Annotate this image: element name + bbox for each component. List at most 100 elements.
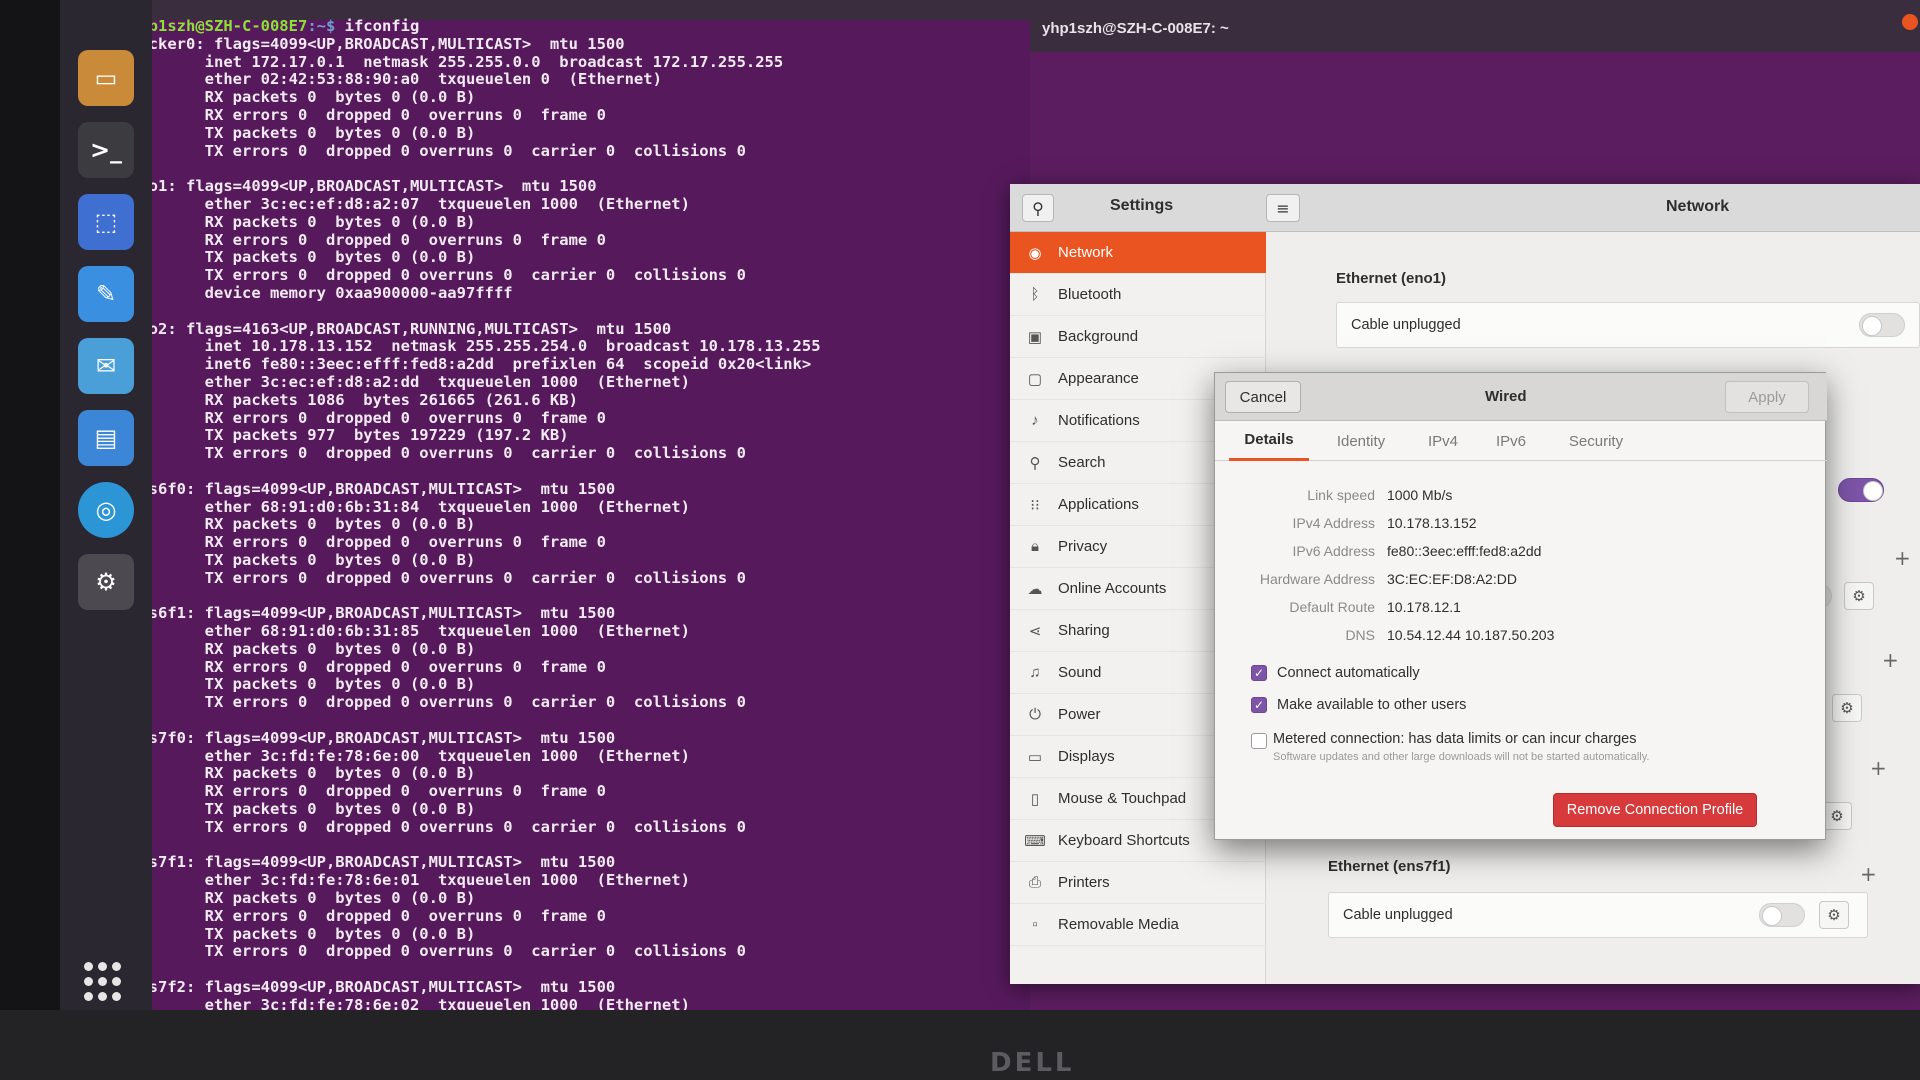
bell-icon: ♪: [1031, 412, 1039, 429]
link-speed-value: 1000 Mb/s: [1387, 487, 1453, 503]
tab-identity[interactable]: Identity: [1319, 421, 1403, 461]
sidebar-item-label: Background: [1058, 328, 1139, 345]
add-connection-icon[interactable]: +: [1882, 648, 1899, 672]
printer-icon: ⎙: [1028, 874, 1041, 891]
keyboard-icon: ⌨: [1024, 832, 1046, 850]
sidebar-item-label: Sharing: [1058, 622, 1110, 639]
ethernet-ens7f0-settings-gear-icon[interactable]: ⚙: [1822, 802, 1852, 830]
wired-dialog: Cancel Wired Apply Details Identity IPv4…: [1214, 372, 1827, 840]
sidebar-item-label: Keyboard Shortcuts: [1058, 832, 1190, 849]
close-window-button[interactable]: [1902, 14, 1918, 30]
terminal-output-area[interactable]: yhp1szh@SZH-C-008E7:~$ ifconfig docker0:…: [130, 17, 1030, 1015]
monitor-brand-logo: DELL: [990, 1048, 1075, 1078]
appearance-icon: ▢: [1027, 370, 1043, 388]
wired-dialog-tabs: Details Identity IPv4 IPv6 Security: [1215, 421, 1827, 461]
search-icon: ⚲: [1029, 454, 1041, 472]
cancel-button[interactable]: Cancel: [1225, 381, 1301, 413]
tab-details[interactable]: Details: [1229, 421, 1309, 461]
sidebar-item-label: Mouse & Touchpad: [1058, 790, 1187, 807]
add-connection-icon[interactable]: +: [1894, 546, 1911, 570]
panel-title: Network: [1666, 198, 1730, 215]
cloud-icon: ☁: [1027, 580, 1043, 598]
sidebar-item-bluetooth[interactable]: ᛒ Bluetooth: [1010, 274, 1266, 316]
ethernet-ens7f1-status: Cable unplugged: [1343, 907, 1453, 923]
media-icon: ▫: [1032, 916, 1038, 933]
pencil-icon[interactable]: ✎: [78, 266, 134, 322]
grid-icon: ⁝⁝: [1030, 496, 1040, 514]
tab-ipv6[interactable]: IPv6: [1481, 421, 1541, 461]
terminal-output: docker0: flags=4099<UP,BROADCAST,MULTICA…: [130, 34, 821, 1014]
music-icon: ♫: [1029, 664, 1041, 681]
lock-icon: 🔒︎: [1031, 538, 1039, 555]
apply-button[interactable]: Apply: [1725, 381, 1809, 413]
hamburger-menu-icon[interactable]: ≡: [1266, 194, 1300, 222]
hardware-address-value: 3C:EC:EF:D8:A2:DD: [1387, 571, 1517, 587]
terminal-window-title: yhp1szh@SZH-C-008E7: ~: [1042, 20, 1229, 37]
ethernet-eno1-title: Ethernet (eno1): [1336, 270, 1447, 287]
ethernet-ens6f0-settings-gear-icon[interactable]: ⚙: [1844, 582, 1874, 610]
ethernet-eno2-toggle[interactable]: [1838, 478, 1884, 502]
add-connection-icon[interactable]: +: [1870, 756, 1887, 780]
terminal-prompt-user: yhp1szh@SZH-C-008E7: [130, 17, 308, 35]
connect-automatically-checkbox[interactable]: ✓: [1251, 665, 1267, 681]
remote-icon[interactable]: ◎: [78, 482, 134, 538]
dns-value: 10.54.12.44 10.187.50.203: [1387, 627, 1555, 643]
screenshot-icon[interactable]: ⬚: [78, 194, 134, 250]
wired-dialog-title: Wired: [1485, 388, 1527, 405]
sidebar-item-printers[interactable]: ⎙ Printers: [1010, 862, 1266, 904]
files-icon[interactable]: ▭: [78, 50, 134, 106]
connect-automatically-label: Connect automatically: [1277, 665, 1420, 681]
mouse-icon: ▯: [1030, 790, 1040, 808]
metered-connection-label: Metered connection: has data limits or c…: [1273, 731, 1637, 747]
sidebar-item-label: Displays: [1058, 748, 1115, 765]
link-speed-label: Link speed: [1307, 487, 1375, 503]
sidebar-item-label: Notifications: [1058, 412, 1140, 429]
sidebar-item-removable-media[interactable]: ▫ Removable Media: [1010, 904, 1266, 946]
metered-connection-checkbox[interactable]: [1251, 733, 1267, 749]
gear-icon[interactable]: ⚙: [78, 554, 134, 610]
sidebar-item-label: Privacy: [1058, 538, 1108, 555]
remove-connection-profile-button[interactable]: Remove Connection Profile: [1553, 793, 1757, 827]
add-connection-icon[interactable]: +: [1860, 862, 1877, 886]
show-applications-icon[interactable]: [84, 962, 124, 1002]
ethernet-ens7f1-toggle[interactable]: [1759, 903, 1805, 927]
ethernet-ens7f1-row: Cable unplugged ⚙: [1328, 892, 1868, 938]
terminal-icon[interactable]: >_: [78, 122, 134, 178]
default-route-value: 10.178.12.1: [1387, 599, 1461, 615]
dns-label: DNS: [1345, 627, 1375, 643]
share-icon: ⋖: [1028, 622, 1042, 640]
make-available-label: Make available to other users: [1277, 697, 1467, 713]
metered-connection-note: Software updates and other large downloa…: [1273, 751, 1650, 763]
settings-header: ⚲ Settings ≡ Network: [1010, 184, 1920, 232]
dock: ▭ >_ ⬚ ✎ ✉ ▤ ◎ ⚙: [60, 0, 152, 1010]
ethernet-ens6f1-settings-gear-icon[interactable]: ⚙: [1832, 694, 1862, 722]
ethernet-eno1-row: Cable unplugged: [1336, 302, 1920, 348]
tab-security[interactable]: Security: [1551, 421, 1641, 461]
ethernet-eno1-status: Cable unplugged: [1351, 317, 1461, 333]
monitor-bezel: [0, 1010, 1920, 1080]
terminal-prompt-path: :~$: [307, 17, 336, 35]
ipv4-address-label: IPv4 Address: [1292, 515, 1376, 531]
ethernet-eno1-toggle[interactable]: [1859, 313, 1905, 337]
ipv4-address-value: 10.178.13.152: [1387, 515, 1477, 531]
sidebar-item-network[interactable]: ◉ Network: [1010, 232, 1266, 274]
ipv6-address-label: IPv6 Address: [1292, 543, 1376, 559]
message-icon[interactable]: ✉: [78, 338, 134, 394]
ethernet-ens7f1-settings-gear-icon[interactable]: ⚙: [1819, 901, 1849, 929]
sidebar-item-label: Online Accounts: [1058, 580, 1167, 597]
ipv6-address-value: fe80::3eec:efff:fed8:a2dd: [1387, 543, 1542, 559]
terminal-command: ifconfig: [335, 17, 420, 35]
monitor-screen: yhp1szh@SZH-C-008E7: ~ yhp1szh@SZH-C-008…: [0, 0, 1920, 1080]
search-icon[interactable]: ⚲: [1022, 194, 1054, 222]
tab-ipv4[interactable]: IPv4: [1413, 421, 1473, 461]
make-available-checkbox[interactable]: ✓: [1251, 697, 1267, 713]
wired-dialog-header: Cancel Wired Apply: [1215, 373, 1827, 421]
sidebar-item-label: Search: [1058, 454, 1106, 471]
document-icon[interactable]: ▤: [78, 410, 134, 466]
sidebar-item-label: Power: [1058, 706, 1101, 723]
settings-title: Settings: [1110, 197, 1174, 214]
sidebar-item-label: Appearance: [1058, 370, 1139, 387]
hardware-address-label: Hardware Address: [1259, 571, 1375, 587]
sidebar-item-background[interactable]: ▣ Background: [1010, 316, 1266, 358]
background-icon: ▣: [1027, 328, 1043, 346]
